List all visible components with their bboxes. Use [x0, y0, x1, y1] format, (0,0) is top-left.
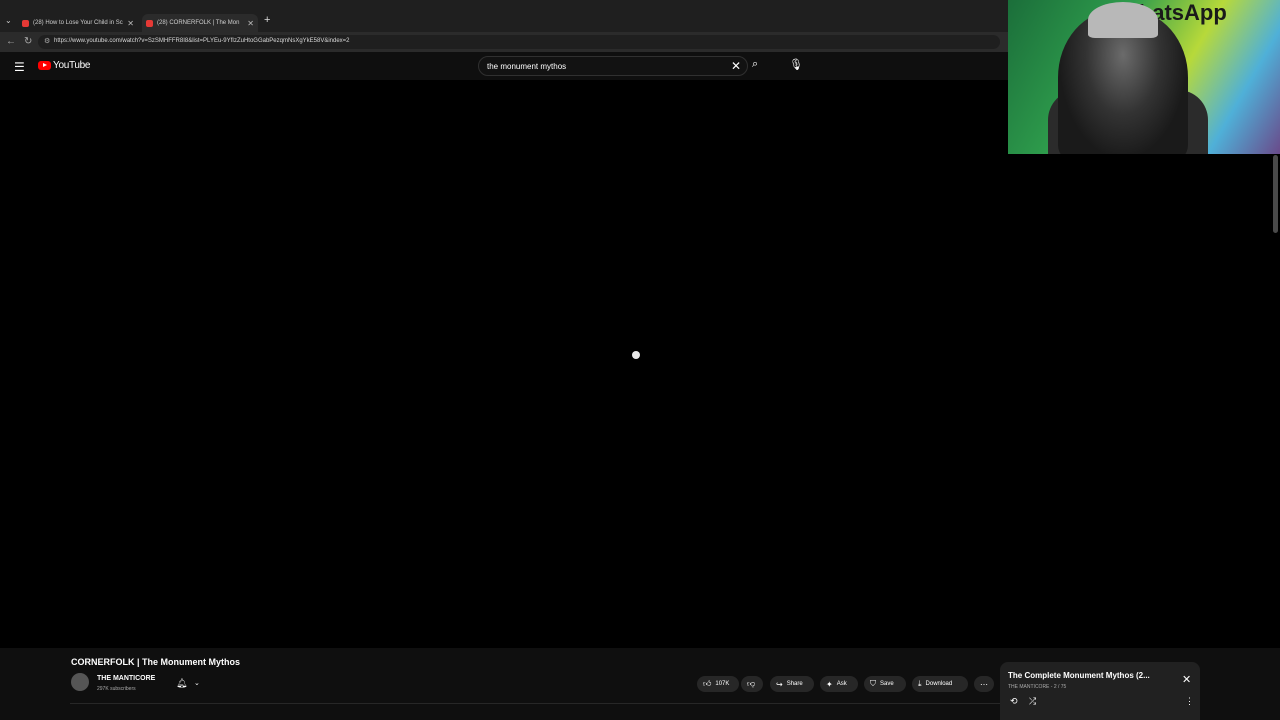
- playlist-title[interactable]: The Complete Monument Mythos (2...: [1008, 671, 1150, 680]
- subscriber-count: 297K subscribers: [97, 686, 136, 692]
- share-icon: ↪: [776, 679, 783, 689]
- microphone-icon[interactable]: 🎙︎: [789, 58, 803, 71]
- youtube-favicon-icon: [146, 19, 153, 27]
- chevron-down-icon[interactable]: ⌄: [194, 679, 200, 687]
- close-tab-icon[interactable]: ✕: [247, 19, 254, 28]
- video-player[interactable]: [0, 80, 1272, 648]
- webcam-overlay: WhatsApp: [1008, 0, 1280, 154]
- save-button[interactable]: ⛉ Save: [864, 676, 906, 692]
- download-icon: ⤓: [918, 679, 922, 688]
- tab-label: (28) CORNERFOLK | The Mon: [157, 20, 240, 26]
- thumbs-down-icon: 👎︎: [747, 679, 756, 688]
- clear-search-icon[interactable]: ✕: [731, 59, 741, 73]
- ask-button[interactable]: ✦ Ask: [820, 676, 858, 692]
- divider: [70, 703, 1000, 704]
- youtube-favicon-icon: [22, 19, 29, 27]
- more-horizontal-icon: ⋯: [980, 679, 988, 689]
- more-actions-button[interactable]: ⋯: [974, 676, 994, 692]
- share-button[interactable]: ↪ Share: [770, 676, 814, 692]
- back-icon[interactable]: ←: [6, 36, 16, 47]
- channel-avatar[interactable]: [71, 673, 89, 691]
- notification-bell-icon[interactable]: 🔔︎: [176, 678, 187, 689]
- scrollbar[interactable]: [1273, 155, 1278, 233]
- close-playlist-icon[interactable]: ✕: [1182, 673, 1191, 686]
- reload-icon[interactable]: ↻: [24, 36, 32, 47]
- site-info-icon[interactable]: ⚙: [44, 37, 50, 45]
- person-beanie: [1088, 2, 1158, 38]
- more-vertical-icon[interactable]: ⋮: [1185, 696, 1194, 707]
- browser-tab-1[interactable]: (28) How to Lose Your Child in Sc ✕: [22, 14, 134, 32]
- shuffle-icon[interactable]: ⤮: [1029, 696, 1036, 707]
- logo-text: YouTube: [53, 60, 91, 71]
- menu-icon[interactable]: ☰: [14, 60, 25, 74]
- ask-label: Ask: [836, 681, 847, 687]
- bookmark-icon: ⛉: [870, 679, 876, 688]
- like-button[interactable]: 👍︎ 107K: [697, 676, 739, 692]
- browser-tab-2[interactable]: (28) CORNERFOLK | The Mon ✕: [142, 14, 258, 32]
- search-query: the monument mythos: [487, 62, 567, 71]
- youtube-play-icon: [38, 61, 51, 70]
- share-label: Share: [786, 681, 803, 687]
- search-input[interactable]: the monument mythos ✕: [478, 56, 748, 76]
- url-text: https://www.youtube.com/watch?v=SzSMHFFR…: [54, 38, 350, 44]
- download-button[interactable]: ⤓ Download: [912, 676, 968, 692]
- tab-label: (28) How to Lose Your Child in Sc: [33, 20, 123, 26]
- tab-search-icon[interactable]: ⌄: [5, 16, 12, 25]
- new-tab-button[interactable]: +: [264, 14, 270, 26]
- thumbs-up-icon: 👍︎: [703, 679, 712, 688]
- close-tab-icon[interactable]: ✕: [127, 19, 134, 28]
- save-label: Save: [880, 681, 894, 687]
- video-title: CORNERFOLK | The Monument Mythos: [71, 657, 241, 667]
- playlist-subtitle: THE MANTICORE - 2 / 75: [1008, 684, 1067, 690]
- youtube-logo[interactable]: YouTube: [38, 60, 91, 71]
- dislike-button[interactable]: 👎︎: [741, 676, 763, 692]
- download-label: Download: [925, 681, 953, 687]
- loop-icon[interactable]: ⟲: [1010, 696, 1018, 707]
- sparkle-icon: ✦: [826, 679, 833, 689]
- search-icon[interactable]: ⌕: [752, 58, 758, 71]
- loading-spinner-icon: [632, 351, 640, 359]
- like-count: 107K: [715, 681, 730, 687]
- channel-name[interactable]: THE MANTICORE: [97, 675, 155, 682]
